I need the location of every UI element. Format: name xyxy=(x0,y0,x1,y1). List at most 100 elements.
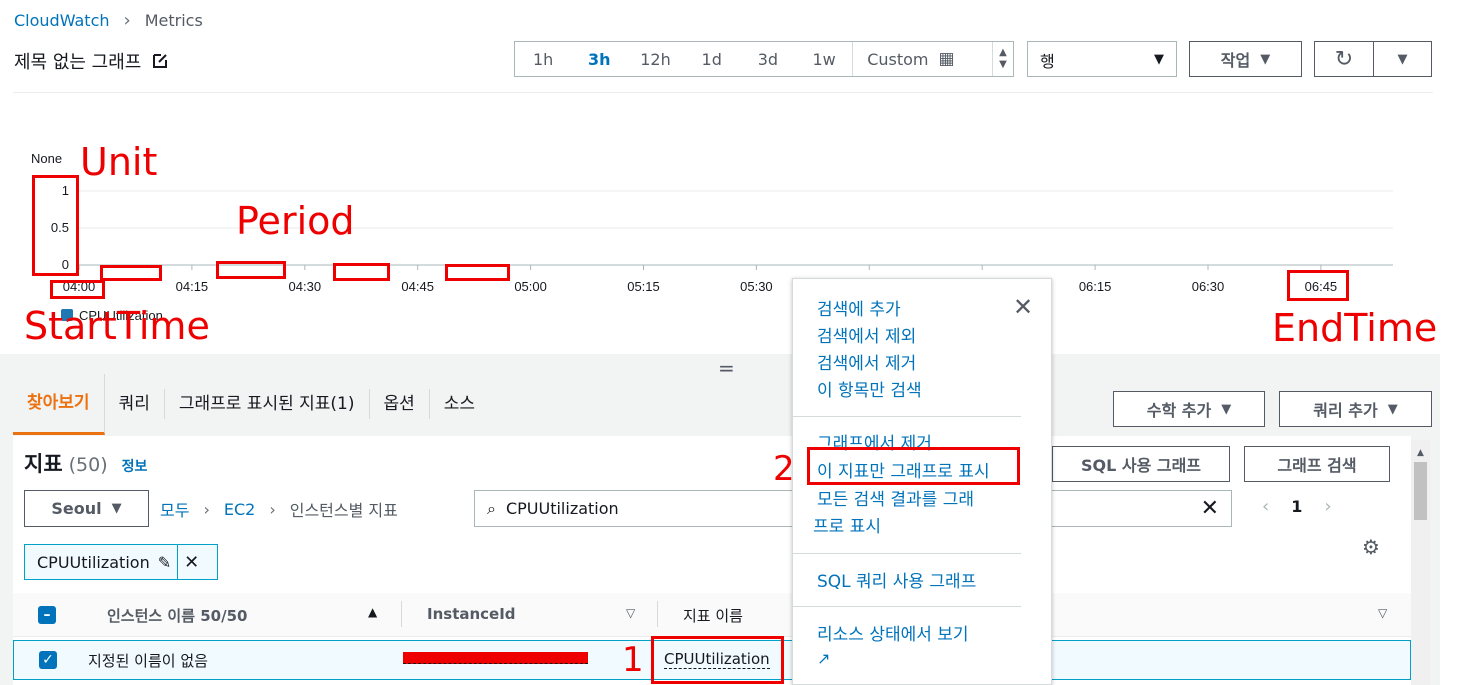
header-metric-name[interactable]: 지표 이름 xyxy=(683,605,743,626)
annotation-period: Period xyxy=(236,199,355,243)
next-page-icon[interactable]: › xyxy=(1324,496,1331,517)
menu-add-to-search[interactable]: 검색에 추가 xyxy=(817,295,901,320)
chart-container: None 1 0.5 0 04:00 04:15 04:30 04:45 05:00 05:15 0… xyxy=(13,92,1433,354)
caret-down-icon: ▼ xyxy=(999,59,1007,70)
annotation-unit: Unit xyxy=(80,140,158,184)
refresh-button[interactable]: ↻ xyxy=(1314,41,1374,77)
edit-icon[interactable]: ✎ xyxy=(158,553,171,572)
annotation-box-metric xyxy=(651,636,784,684)
menu-exclude-from-search[interactable]: 검색에서 제외 xyxy=(817,322,916,347)
add-math-button[interactable]: 수학 추가 ▼ xyxy=(1113,391,1265,427)
crumb-ec2[interactable]: EC2 xyxy=(224,500,255,519)
x-tick-label: 06:15 xyxy=(1079,279,1112,294)
time-range-selector: 1h 3h 12h 1d 3d 1w Custom ▦ ▲ ▼ xyxy=(514,41,1014,77)
annotation-start-time: StartTime xyxy=(24,304,210,348)
clear-icon[interactable]: ✕ xyxy=(1201,496,1219,521)
caret-down-icon: ▼ xyxy=(111,501,122,516)
region-select[interactable]: Seoul ▼ xyxy=(24,490,149,527)
tab-options[interactable]: 옵션 xyxy=(370,389,430,419)
sql-graph-button[interactable]: SQL 사용 그래프 xyxy=(1052,446,1230,482)
metrics-count: (50) xyxy=(68,454,108,476)
gear-icon[interactable]: ⚙ xyxy=(1362,535,1380,559)
menu-graph-all-results-cont[interactable]: 프로 표시 xyxy=(813,512,881,537)
x-tick-label: 04:15 xyxy=(176,279,209,294)
breadcrumb: CloudWatch › Metrics xyxy=(14,10,203,31)
menu-remove-from-search[interactable]: 검색에서 제거 xyxy=(817,349,916,374)
add-query-button[interactable]: 쿼리 추가 ▼ xyxy=(1279,391,1432,427)
column-divider xyxy=(401,601,402,627)
search-value: CPUUtilization xyxy=(505,499,619,518)
tab-browse[interactable]: 찾아보기 xyxy=(13,373,105,435)
filter-token: CPUUtilization ✎ ✕ xyxy=(24,544,218,580)
x-tick-label: 04:45 xyxy=(401,279,434,294)
crumb-all[interactable]: 모두 xyxy=(160,497,189,521)
view-type-value: 행 xyxy=(1040,52,1055,71)
calendar-icon: ▦ xyxy=(938,49,955,69)
annotation-box-start xyxy=(50,280,105,299)
time-option-12h[interactable]: 12h xyxy=(627,50,683,69)
chevron-right-icon: › xyxy=(203,499,210,519)
filter-token-label: CPUUtilization xyxy=(37,552,150,572)
edit-icon[interactable] xyxy=(151,52,169,70)
caret-down-icon: ▼ xyxy=(1221,401,1232,417)
x-tick-label: 05:15 xyxy=(627,279,660,294)
time-option-3d[interactable]: 3d xyxy=(740,50,796,69)
caret-down-icon: ▼ xyxy=(1154,52,1164,67)
annotation-box-period xyxy=(333,263,390,281)
chevron-right-icon: › xyxy=(123,10,131,31)
scroll-thumb[interactable] xyxy=(1414,462,1427,520)
header-instance-id[interactable]: InstanceId xyxy=(427,605,516,623)
menu-divider xyxy=(793,553,1021,554)
view-type-select[interactable]: 행 ▼ xyxy=(1027,41,1177,77)
graph-search-button[interactable]: 그래프 검색 xyxy=(1244,446,1390,482)
refresh-options-button[interactable]: ▼ xyxy=(1373,41,1432,77)
select-all-checkbox[interactable]: – xyxy=(38,606,56,624)
actions-button[interactable]: 작업 ▼ xyxy=(1189,41,1302,77)
caret-down-icon: ▼ xyxy=(1260,51,1271,67)
y-axis-unit-label: None xyxy=(31,151,62,166)
scroll-up-icon[interactable]: ▲ xyxy=(1417,448,1424,458)
sort-icon[interactable]: ▽ xyxy=(626,606,635,620)
annotation-step-1: 1 xyxy=(622,640,644,680)
menu-divider xyxy=(793,416,1021,417)
header-instance-name[interactable]: 인스턴스 이름 50/50 xyxy=(107,605,247,626)
menu-search-this-only[interactable]: 이 항목만 검색 xyxy=(817,376,922,401)
sort-asc-icon[interactable]: ▲ xyxy=(368,605,377,619)
tab-graphed-metrics[interactable]: 그래프로 표시된 지표(1) xyxy=(165,389,370,419)
menu-view-resource-health[interactable]: 리소스 상태에서 보기 xyxy=(817,620,969,645)
prev-page-icon[interactable]: ‹ xyxy=(1262,496,1269,517)
annotation-step-2: 2 xyxy=(773,449,795,489)
time-spinner[interactable]: ▲ ▼ xyxy=(992,42,1013,76)
breadcrumb-cloudwatch-link[interactable]: CloudWatch xyxy=(14,11,110,30)
menu-sql-graph[interactable]: SQL 쿼리 사용 그래프 xyxy=(817,567,976,592)
metrics-header: 지표 (50) 정보 xyxy=(24,448,147,478)
scrollbar[interactable]: ▲ xyxy=(1411,440,1430,685)
remove-token-icon[interactable]: ✕ xyxy=(177,545,205,579)
time-option-1w[interactable]: 1w xyxy=(796,50,852,69)
table-header: – 인스턴스 이름 50/50 ▲ InstanceId ▽ 지표 이름 ▽ xyxy=(13,593,1411,637)
annotation-box-period xyxy=(216,261,286,279)
x-tick-label: 05:30 xyxy=(740,279,773,294)
annotation-box-period xyxy=(100,265,162,281)
close-icon[interactable]: ✕ xyxy=(1013,293,1033,321)
custom-range-button[interactable]: Custom ▦ xyxy=(852,42,992,76)
search-icon: ⌕ xyxy=(487,498,496,518)
graph-title: 제목 없는 그래프 xyxy=(14,48,169,74)
time-option-3h[interactable]: 3h xyxy=(571,50,627,69)
tab-query[interactable]: 쿼리 xyxy=(105,389,165,419)
tab-source[interactable]: 소스 xyxy=(430,389,489,419)
time-option-1h[interactable]: 1h xyxy=(515,50,571,69)
refresh-icon: ↻ xyxy=(1334,46,1354,72)
menu-graph-all-results[interactable]: 모든 검색 결과를 그래 xyxy=(817,485,974,510)
page-number[interactable]: 1 xyxy=(1291,497,1302,516)
external-link-icon[interactable]: ↗ xyxy=(817,649,830,668)
annotation-box-period xyxy=(445,264,510,281)
row-checkbox[interactable]: ✓ xyxy=(39,651,57,669)
sort-icon[interactable]: ▽ xyxy=(1378,606,1387,620)
menu-divider xyxy=(793,606,1021,607)
row-instance-name: 지정된 이름이 없음 xyxy=(88,652,208,670)
info-link[interactable]: 정보 xyxy=(122,456,148,476)
caret-up-icon: ▲ xyxy=(999,47,1007,58)
time-option-1d[interactable]: 1d xyxy=(684,50,740,69)
actions-label: 작업 xyxy=(1220,51,1251,70)
